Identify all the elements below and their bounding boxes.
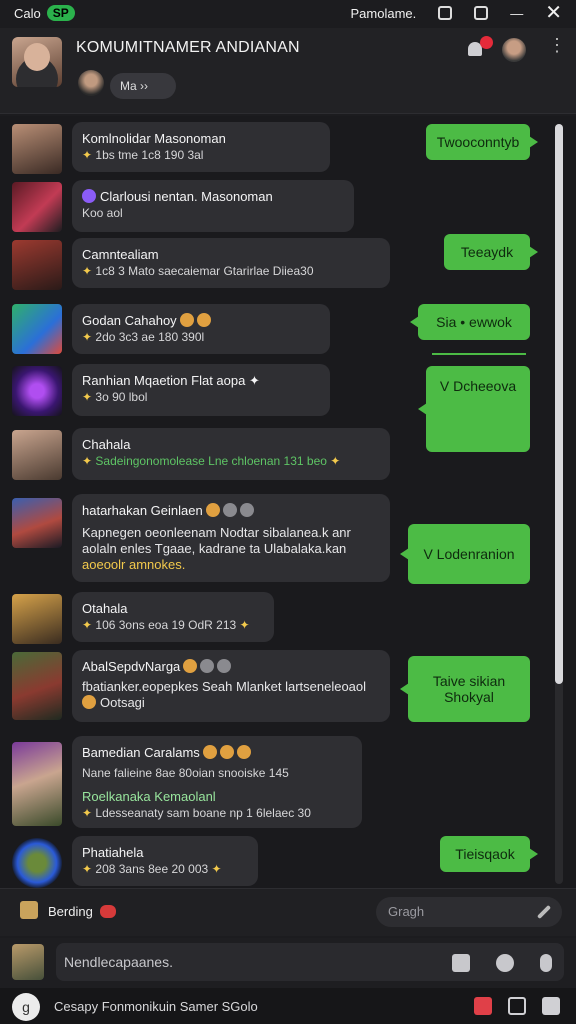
heart-icon xyxy=(100,905,116,918)
sender-avatar[interactable] xyxy=(12,182,62,232)
message-text: Ootsagi xyxy=(82,695,380,711)
message-text: aoeoolr amnokes. xyxy=(82,557,186,572)
app-logo-icon: SP xyxy=(46,5,75,21)
message-meta: Nane falieine 8ae 80oian snooiske 145 xyxy=(82,766,289,780)
sender-avatar[interactable] xyxy=(12,304,62,354)
message-meta: ✦ 106 3ons eoa 19 OdR 213 ✦ xyxy=(82,618,250,632)
sender-avatar[interactable] xyxy=(12,652,62,720)
sender-name: Ranhian Mqaetion Flat aopa ✦ xyxy=(82,373,260,388)
chat-header: KOMUMITNAMER ANDIANAN Ma ›› ⋮ xyxy=(0,28,576,114)
outgoing-message[interactable]: V Dcheeova xyxy=(418,366,530,452)
app-icon[interactable]: g xyxy=(12,993,40,1021)
outgoing-message[interactable]: Twooconntyb xyxy=(426,124,538,160)
message-bubble[interactable]: AbalSepdvNarga fbatianker.eopepkes Seah … xyxy=(72,650,390,722)
sender-avatar[interactable] xyxy=(12,124,62,174)
search-input[interactable]: Gragh xyxy=(376,897,562,927)
member-chip[interactable]: Ma ›› xyxy=(110,73,176,99)
typing-avatar xyxy=(20,901,38,919)
edit-icon[interactable] xyxy=(536,904,552,920)
message-bubble[interactable]: Komlnolidar Masonoman ✦ 1bs tme 1c8 190 … xyxy=(72,122,330,172)
typing-bar: Berding Gragh xyxy=(0,888,576,936)
search-placeholder: Gragh xyxy=(388,904,425,919)
message-bubble[interactable]: Godan Cahahoy ✦ 2do 3c3 ae 180 390l xyxy=(72,304,330,354)
chat-title: KOMUMITNAMER ANDIANAN xyxy=(76,39,300,56)
sender-name: Camntealiam xyxy=(82,247,159,262)
message-meta: ✦ Ldesseanaty sam boane np 1 6lelaec 30 xyxy=(82,806,311,820)
gift-icon[interactable] xyxy=(474,997,492,1015)
typing-indicator: Berding xyxy=(48,904,93,919)
window-icon[interactable] xyxy=(474,6,489,20)
close-icon[interactable]: ✕ xyxy=(545,3,562,23)
message-bubble[interactable]: Clarlousi nentan. Masonoman Koo aol xyxy=(72,180,354,232)
message-text: aolaln enles Tgaae, kadrane ta Ulabalaka… xyxy=(82,541,347,556)
sender-name: Otahala xyxy=(82,601,128,616)
sender-name: Bamedian Caralams xyxy=(82,745,352,761)
scrollbar-thumb[interactable] xyxy=(555,124,563,684)
message-bubble[interactable]: Phatiahela ✦ 208 3ans 8ee 20 003 ✦ xyxy=(72,836,258,886)
outgoing-message[interactable]: Tieisqaok xyxy=(440,836,538,872)
microphone-icon[interactable] xyxy=(540,954,552,972)
message-bubble[interactable]: Chahala ✦ Sadeingonomolease Lne chloenan… xyxy=(72,428,390,480)
scrollbar[interactable] xyxy=(555,124,563,884)
bottom-bar: g Cesapy Fonmonikuin Samer SGolo xyxy=(0,988,576,1024)
settings-icon[interactable] xyxy=(438,6,453,20)
message-meta: Koo aol xyxy=(82,206,123,220)
divider xyxy=(432,353,526,355)
sender-avatar[interactable] xyxy=(12,742,62,826)
my-avatar[interactable] xyxy=(12,944,44,980)
group-avatar[interactable] xyxy=(12,37,62,87)
composer: Nendlecapaanes. xyxy=(0,938,576,988)
message-meta: ✦ 208 3ans 8ee 20 003 ✦ xyxy=(82,862,222,876)
message-placeholder: Nendlecapaanes. xyxy=(64,954,173,970)
notification-badge xyxy=(480,36,493,49)
message-bubble[interactable]: Otahala ✦ 106 3ons eoa 19 OdR 213 ✦ xyxy=(72,592,274,642)
outgoing-message[interactable]: V Lodenranion xyxy=(400,524,530,584)
member-avatar[interactable] xyxy=(78,70,104,96)
message-meta: ✦ 1bs tme 1c8 190 3al xyxy=(82,148,204,162)
grid-icon[interactable] xyxy=(508,997,526,1015)
message-bubble[interactable]: Camntealiam ✦ 1c8 3 Mato saecaiemar Gtar… xyxy=(72,238,390,288)
message-text: Kapnegen oeonleenam Nodtar sibalanea.k a… xyxy=(82,525,351,540)
message-meta: ✦ 3o 90 lbol xyxy=(82,390,148,404)
bottom-label: Cesapy Fonmonikuin Samer SGolo xyxy=(54,999,258,1014)
status-left-label: Calo xyxy=(14,5,41,21)
sender-avatar[interactable] xyxy=(12,240,62,290)
message-meta: ✦ 1c8 3 Mato saecaiemar Gtarirlae Diiea3… xyxy=(82,264,314,278)
minimize-icon[interactable]: — xyxy=(510,6,523,21)
message-bubble[interactable]: Bamedian Caralams Nane falieine 8ae 80oi… xyxy=(72,736,362,828)
message-meta: ✦ 2do 3c3 ae 180 390l xyxy=(82,330,205,344)
sender-avatar[interactable] xyxy=(12,594,62,644)
sender-avatar[interactable] xyxy=(12,838,62,888)
sender-name: Phatiahela xyxy=(82,845,144,860)
sender-avatar[interactable] xyxy=(12,498,62,548)
sender-name: Clarlousi nentan. Masonoman xyxy=(82,189,344,205)
outgoing-message[interactable]: Sia • ewwok xyxy=(410,304,530,340)
sender-name: Chahala xyxy=(82,437,131,452)
user-avatar[interactable] xyxy=(502,38,526,62)
message-meta: ✦ Sadeingonomolease Lne chloenan 131 beo… xyxy=(82,454,341,468)
outgoing-message[interactable]: Teeaydk xyxy=(444,234,538,270)
sender-avatar[interactable] xyxy=(12,430,62,480)
sender-name: AbalSepdvNarga xyxy=(82,659,380,675)
location-icon[interactable] xyxy=(496,954,514,972)
message-list[interactable]: Komlnolidar Masonoman ✦ 1bs tme 1c8 190 … xyxy=(0,116,576,888)
message-bubble[interactable]: hatarhakan Geinlaen Kapnegen oeonleenam … xyxy=(72,494,390,582)
message-bubble[interactable]: Ranhian Mqaetion Flat aopa ✦ ✦ 3o 90 lbo… xyxy=(72,364,330,416)
image-icon[interactable] xyxy=(452,954,470,972)
outgoing-message[interactable]: Taive sikian Shokyal xyxy=(400,656,530,722)
sender-avatar[interactable] xyxy=(12,366,62,416)
inbox-icon[interactable] xyxy=(542,997,560,1015)
status-right-label: Pamolame. xyxy=(350,5,417,21)
sender-name: hatarhakan Geinlaen xyxy=(82,503,380,519)
message-input[interactable]: Nendlecapaanes. xyxy=(56,943,564,981)
sender-name: Godan Cahahoy xyxy=(82,313,320,329)
more-options-icon[interactable]: ⋮ xyxy=(548,36,566,62)
status-bar: Calo SP Pamolame. — ✕ xyxy=(0,0,576,26)
sender-name: Roelkanaka Kemaolanl xyxy=(82,789,216,804)
sender-name: Komlnolidar Masonoman xyxy=(82,131,226,146)
message-text: fbatianker.eopepkes Seah Mlanket lartsen… xyxy=(82,679,367,694)
